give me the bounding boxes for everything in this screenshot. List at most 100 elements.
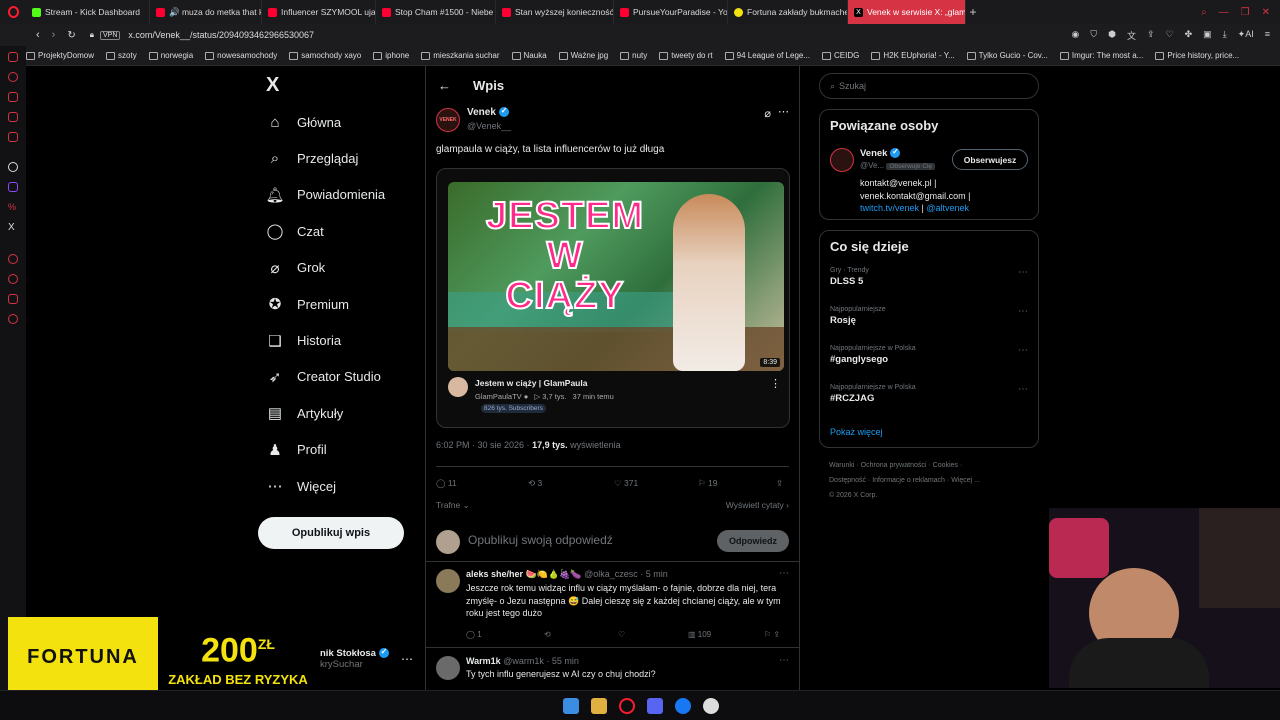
windows-start-icon[interactable]: [563, 698, 579, 714]
back-icon[interactable]: ‹: [36, 29, 40, 41]
x-sidebar-icon[interactable]: X: [8, 222, 15, 233]
menu-icon[interactable]: ≡: [1265, 29, 1270, 42]
more-options-icon[interactable]: ⋯: [1018, 267, 1028, 278]
more-options-icon[interactable]: ⋯: [779, 568, 789, 579]
reply-handle[interactable]: @olka_czesc · 5 min: [584, 569, 668, 579]
following-button[interactable]: Obserwujesz: [952, 149, 1028, 170]
tab-fortuna[interactable]: Fortuna zakłady bukmache: [728, 0, 848, 24]
post-timestamp[interactable]: 6:02 PM · 30 sie 2026 ·: [436, 440, 532, 450]
extension-icon[interactable]: ⬢: [1108, 29, 1116, 42]
x-logo[interactable]: X: [258, 66, 418, 104]
bookmark-item[interactable]: nuty: [620, 51, 647, 60]
back-arrow-icon[interactable]: ←: [438, 78, 451, 93]
author-name[interactable]: Venek: [467, 107, 496, 118]
sidebar-app-icon[interactable]: [8, 112, 18, 122]
vpn-badge[interactable]: VPN: [100, 30, 121, 40]
trend-item[interactable]: Gry · Trendy DLSS 5 ⋯: [820, 265, 1038, 304]
url-field[interactable]: x.com/Venek__/status/2094093462966530067: [128, 30, 314, 40]
post-button[interactable]: Opublikuj wpis: [258, 517, 404, 549]
search-input[interactable]: ⌕ Szukaj: [819, 73, 1039, 99]
reply-like-button[interactable]: ♡: [618, 630, 688, 639]
reply-bookmark-button[interactable]: ⚐ ⇪: [764, 630, 780, 639]
bookmark-item[interactable]: samochody xayo: [289, 51, 361, 60]
grok-icon[interactable]: ⌀: [764, 107, 771, 120]
avatar[interactable]: [436, 569, 460, 593]
avatar[interactable]: VENEK: [436, 108, 460, 132]
bookmark-item[interactable]: H2K EUphoria! - Y...: [871, 51, 955, 60]
reply-handle[interactable]: @warm1k · 55 min: [503, 656, 579, 666]
nav-item-9[interactable]: ♟ Profil: [258, 432, 418, 468]
related-handle[interactable]: @Ve...: [860, 161, 884, 170]
nav-item-10[interactable]: ⋯ Więcej: [258, 468, 418, 504]
tab-youtube-3[interactable]: Stop Cham #1500 - Niebe: [376, 0, 496, 24]
translate-icon[interactable]: 文: [1127, 29, 1136, 42]
more-options-icon[interactable]: ⋯: [778, 105, 789, 118]
bookmark-item[interactable]: Tylko Gucio - Cov...: [966, 51, 1048, 60]
puzzle-icon[interactable]: ✤: [1185, 29, 1193, 42]
bookmark-item[interactable]: Ważne jpg: [558, 51, 608, 60]
video-card[interactable]: JESTEM W CIĄŻY 8:39 Jestem w ciąży | Gla…: [436, 168, 790, 428]
bookmark-item[interactable]: Nauka: [511, 51, 547, 60]
settings-icon[interactable]: [8, 314, 18, 324]
related-name[interactable]: Venek: [860, 148, 887, 159]
footer-link[interactable]: Dostępność: [829, 477, 866, 484]
bookmark-item[interactable]: Imgur: The most a...: [1059, 51, 1143, 60]
sidebar-app-icon[interactable]: [8, 72, 18, 82]
security-icon[interactable]: 🔒︎: [90, 30, 94, 40]
nav-item-3[interactable]: ◯ Czat: [258, 213, 418, 249]
footer-link[interactable]: Ochrona prywatności: [861, 462, 927, 469]
bookmark-item[interactable]: iphone: [373, 51, 409, 60]
nav-item-8[interactable]: ▤ Artykuły: [258, 395, 418, 431]
reload-icon[interactable]: ↻: [67, 30, 75, 41]
bookmark-item[interactable]: szoty: [106, 51, 137, 60]
tab-x-active[interactable]: X Venek w serwisie X: „glam: [848, 0, 966, 24]
shield-icon[interactable]: ⛉: [1090, 29, 1097, 42]
account-more-icon[interactable]: ⋯: [401, 652, 413, 666]
video-title[interactable]: Jestem w ciąży | GlamPaula: [475, 378, 587, 388]
like-button[interactable]: ♡ 371: [614, 478, 698, 489]
footer-link[interactable]: Warunki: [829, 462, 854, 469]
bookmark-item[interactable]: CEIDG: [822, 51, 859, 60]
tab-kick[interactable]: Stream - Kick Dashboard: [26, 0, 150, 24]
tab-youtube-4[interactable]: Stan wyższej konieczność: [496, 0, 614, 24]
bookmark-item[interactable]: ProjektyDomow: [26, 51, 94, 60]
more-options-icon[interactable]: ⋯: [1018, 306, 1028, 317]
show-more-link[interactable]: Pokaż więcej: [820, 421, 1038, 443]
nav-item-1[interactable]: ⌕ Przeglądaj: [258, 140, 418, 176]
video-menu-icon[interactable]: ⋮: [770, 377, 781, 390]
twitch-icon[interactable]: [8, 182, 18, 192]
bookmark-button[interactable]: ⚐ 19: [698, 478, 776, 489]
reply-item[interactable]: aleks she/her 🍉🍋🍐🍇🍆 @olka_czesc · 5 min …: [426, 562, 799, 648]
bookmark-item[interactable]: 94 League of Lege...: [724, 51, 810, 60]
video-thumbnail[interactable]: JESTEM W CIĄŻY 8:39: [448, 182, 784, 371]
sidebar-app-icon[interactable]: [8, 132, 18, 142]
channel-avatar[interactable]: [448, 377, 468, 397]
view-quotes-link[interactable]: Wyświetl cytaty ›: [726, 500, 789, 520]
more-options-icon[interactable]: ⋯: [779, 655, 789, 666]
share-icon[interactable]: ⇪: [1147, 29, 1155, 42]
more-options-icon[interactable]: ⋯: [1018, 345, 1028, 356]
tab-youtube-5[interactable]: PursueYourParadise - You: [614, 0, 728, 24]
nav-item-4[interactable]: ⌀ Grok: [258, 250, 418, 286]
reply-submit-button[interactable]: Odpowiedz: [717, 530, 789, 552]
messenger-icon[interactable]: [675, 698, 691, 714]
discord-icon[interactable]: [647, 698, 663, 714]
sort-dropdown[interactable]: Trafne ⌄: [436, 500, 470, 520]
reply-views[interactable]: ▥ 109: [688, 630, 764, 639]
share-button[interactable]: ⇪: [776, 478, 783, 489]
reply-input[interactable]: Opublikuj swoją odpowiedź: [468, 533, 613, 547]
bookmark-item[interactable]: norwegia: [148, 51, 193, 60]
aria-ai-button[interactable]: ✦AI: [1238, 29, 1254, 42]
new-tab-button[interactable]: +: [966, 5, 980, 19]
file-explorer-icon[interactable]: [591, 698, 607, 714]
altvenek-link[interactable]: @altvenek: [926, 203, 969, 213]
trend-item[interactable]: Najpopularniejsze w Polska #RCZJAG ⋯: [820, 382, 1038, 421]
chatgpt-icon[interactable]: [8, 162, 18, 172]
download-icon[interactable]: ⤓: [1223, 29, 1227, 42]
history-icon[interactable]: [8, 274, 18, 284]
footer-link[interactable]: Więcej ...: [951, 477, 980, 484]
avatar[interactable]: [830, 148, 854, 172]
tab-youtube-2[interactable]: Influencer SZYMOOL ujaw: [262, 0, 376, 24]
account-switcher[interactable]: nik Stokłosa krySuchar: [320, 647, 389, 670]
reply-author[interactable]: aleks she/her 🍉🍋🍐🍇🍆: [466, 569, 582, 579]
